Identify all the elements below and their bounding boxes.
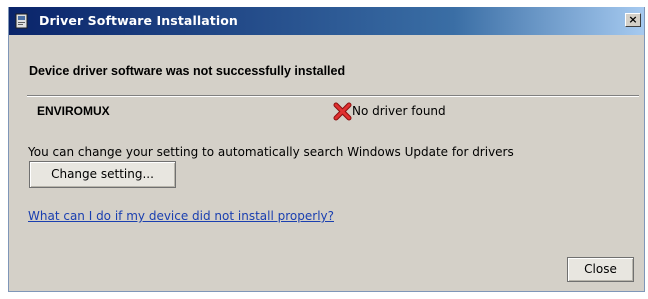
change-setting-button[interactable]: Change setting... bbox=[29, 161, 176, 188]
close-icon: × bbox=[628, 13, 638, 26]
close-window-button[interactable]: × bbox=[625, 13, 641, 27]
error-x-icon bbox=[333, 102, 352, 121]
close-button[interactable]: Close bbox=[567, 257, 634, 282]
dialog-window: Driver Software Installation × Device dr… bbox=[8, 7, 645, 292]
device-status: No driver found bbox=[333, 100, 446, 122]
page-title: Device driver software was not successfu… bbox=[29, 64, 346, 78]
help-link[interactable]: What can I do if my device did not insta… bbox=[28, 209, 334, 223]
title-bar[interactable]: Driver Software Installation × bbox=[9, 7, 644, 35]
device-name: ENVIROMUX bbox=[37, 104, 110, 118]
device-installer-icon bbox=[15, 13, 28, 29]
divider bbox=[27, 95, 639, 97]
window-title: Driver Software Installation bbox=[39, 13, 238, 28]
device-status-text: No driver found bbox=[352, 104, 446, 118]
info-text: You can change your setting to automatic… bbox=[28, 145, 514, 159]
